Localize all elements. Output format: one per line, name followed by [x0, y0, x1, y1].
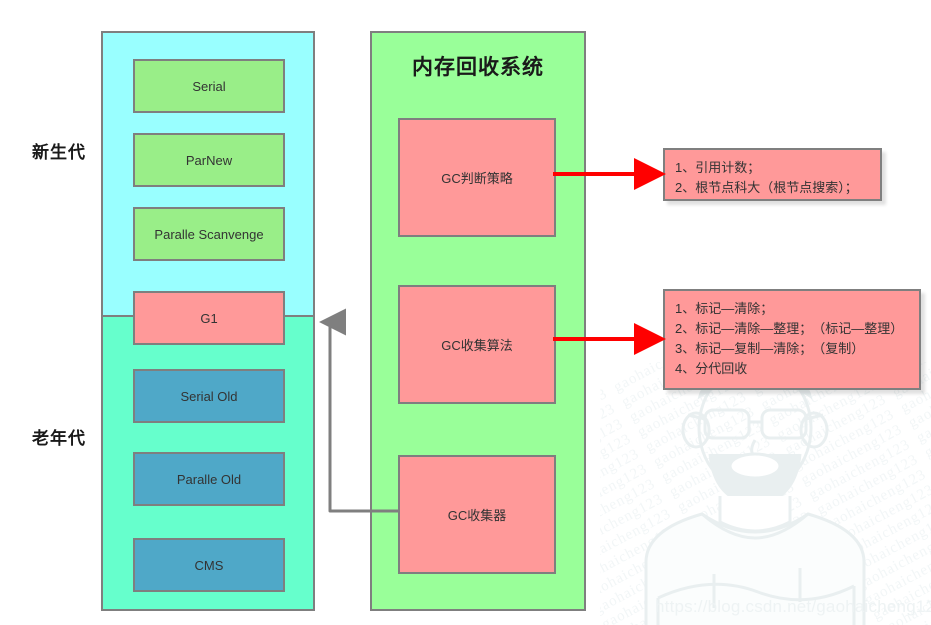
collector-g1[interactable]: G1	[133, 291, 285, 345]
collector-serial-old[interactable]: Serial Old	[133, 369, 285, 423]
collector-serial[interactable]: Serial	[133, 59, 285, 113]
watermark-tiled-text: gaohaicheng123 gaohaicheng123 gaohaichen…	[600, 362, 931, 625]
old-generation-label: 老年代	[32, 429, 86, 448]
diagram-canvas: gaohaicheng123 gaohaicheng123 gaohaichen…	[0, 0, 931, 625]
note-judgement-strategy: 1、引用计数； 2、根节点科大（根节点搜索）；	[663, 148, 882, 201]
young-generation-label: 新生代	[32, 143, 86, 162]
watermark-url: https://blog.csdn.net/gaohaicheng123	[655, 597, 931, 616]
collector-cms[interactable]: CMS	[133, 538, 285, 592]
collector-paralle-old[interactable]: Paralle Old	[133, 452, 285, 506]
memory-recycle-system-panel: 内存回收系统 GC判断策略 GC收集算法 GC收集器	[370, 31, 586, 611]
watermark-avatar-icon	[644, 362, 866, 625]
system-title: 内存回收系统	[412, 56, 544, 79]
note-collection-algorithm: 1、标记—清除； 2、标记—清除—整理； （标记—整理） 3、标记—复制—清除；…	[663, 289, 921, 390]
gc-collection-algorithm-box[interactable]: GC收集算法	[398, 285, 556, 404]
gc-collectors-panel: Serial ParNew Paralle Scanvenge G1 Seria…	[101, 31, 315, 611]
gc-collector-box[interactable]: GC收集器	[398, 455, 556, 574]
collector-paralle-scanvenge[interactable]: Paralle Scanvenge	[133, 207, 285, 261]
collector-parnew[interactable]: ParNew	[133, 133, 285, 187]
watermark-layer: gaohaicheng123 gaohaicheng123 gaohaichen…	[600, 362, 931, 625]
gc-judgement-strategy-box[interactable]: GC判断策略	[398, 118, 556, 237]
